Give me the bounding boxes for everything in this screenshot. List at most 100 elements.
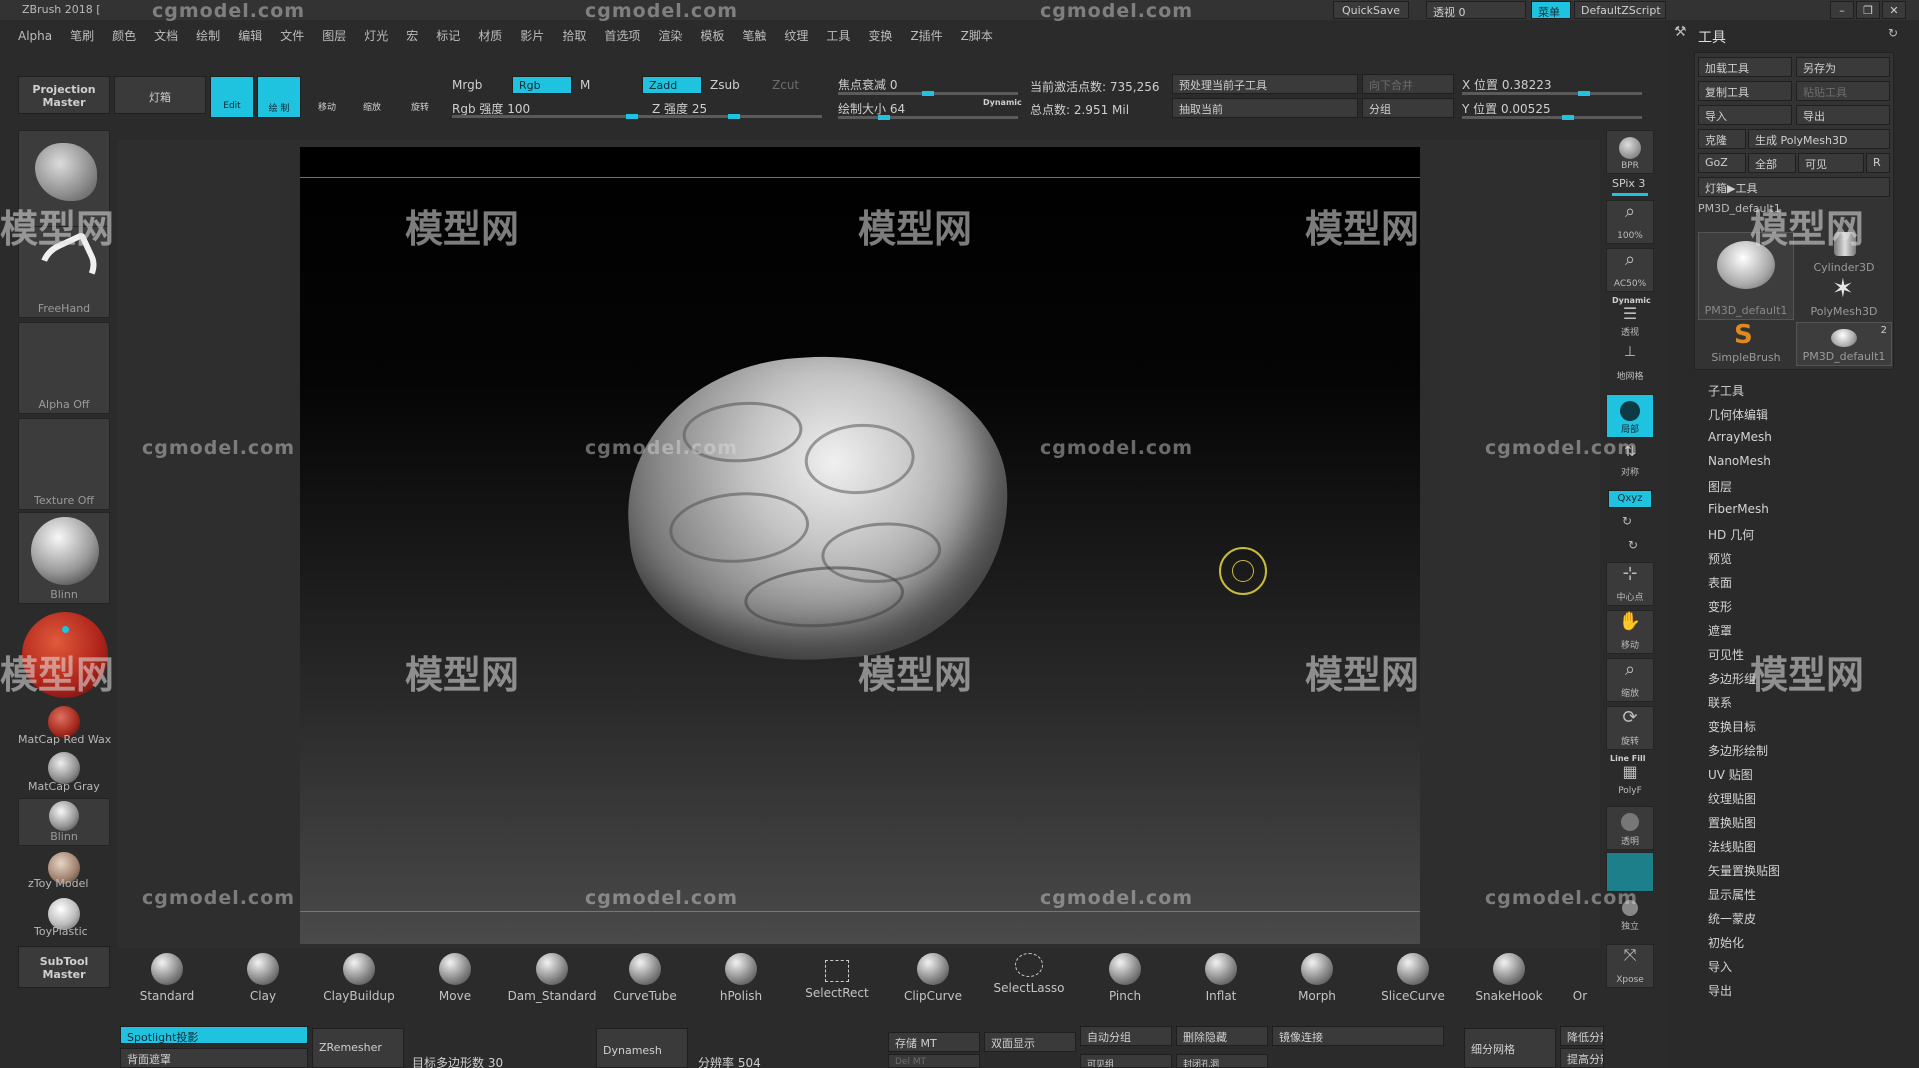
goz-button[interactable]: GoZ <box>1698 153 1746 173</box>
actual-50-button[interactable]: ⌕ AC50% <box>1606 248 1654 292</box>
import-button[interactable]: 导入 <box>1698 105 1792 125</box>
tool-subpalette-item[interactable]: 可见性 <box>1708 646 1744 663</box>
menu-item[interactable]: 笔触 <box>742 29 766 43</box>
brush-slicecurve[interactable]: SliceCurve <box>1368 953 1458 1003</box>
local-symmetry-button[interactable]: 局部 <box>1606 394 1654 438</box>
zscript-button[interactable]: DefaultZScript <box>1574 1 1666 19</box>
menu-item[interactable]: 标记 <box>436 29 460 43</box>
restore-icon[interactable]: ❐ <box>1856 1 1880 19</box>
center-point-button[interactable]: ⊹ 中心点 <box>1606 562 1654 606</box>
bpr-button[interactable]: BPR <box>1606 130 1654 174</box>
menu-item[interactable]: 编辑 <box>238 29 262 43</box>
xpose-button[interactable]: ⤧ Xpose <box>1606 944 1654 988</box>
menu-item[interactable]: 模板 <box>700 29 724 43</box>
tool-subpalette-item[interactable]: 矢量置换贴图 <box>1708 862 1780 879</box>
tool-subpalette-item[interactable]: 多边形绘制 <box>1708 742 1768 759</box>
menu-item[interactable]: Z脚本 <box>961 29 993 43</box>
draw-button[interactable]: 绘 制 <box>257 76 301 118</box>
rgb-toggle[interactable]: Rgb <box>512 76 572 94</box>
edit-button[interactable]: Edit <box>210 76 254 118</box>
menu-item[interactable]: 材质 <box>478 29 502 43</box>
tool-thumb-3[interactable]: ✶ PolyMesh3D <box>1796 274 1892 320</box>
tool-subpalette-item[interactable]: 初始化 <box>1708 934 1744 951</box>
tool-subpalette-item[interactable]: 变换目标 <box>1708 718 1756 735</box>
lightbox-tools-button[interactable]: 灯箱▶工具 <box>1698 177 1890 197</box>
draw-size-track[interactable] <box>838 115 1018 120</box>
move-view-button[interactable]: ✋ 移动 <box>1606 610 1654 654</box>
brush-clay[interactable]: Clay <box>218 953 308 1003</box>
save-as-button[interactable]: 另存为 <box>1796 57 1890 77</box>
export-button[interactable]: 导出 <box>1796 105 1890 125</box>
x-position-knob[interactable] <box>1578 91 1590 96</box>
menu-item[interactable]: 宏 <box>406 29 418 43</box>
menu-item[interactable]: Z插件 <box>910 29 942 43</box>
divide-button[interactable]: 细分网格 <box>1464 1028 1556 1068</box>
goz-visible-button[interactable]: 可见 <box>1798 153 1864 173</box>
preprocess-subtool-button[interactable]: 预处理当前子工具 <box>1172 74 1358 94</box>
extract-button[interactable]: 抽取当前 <box>1172 98 1358 118</box>
tool-subpalette-item[interactable]: NanoMesh <box>1708 454 1771 468</box>
menu-item[interactable]: 纹理 <box>784 29 808 43</box>
brush-selectrect[interactable]: SelectRect <box>792 960 882 1010</box>
close-holes-button[interactable]: 封闭孔洞 <box>1176 1054 1268 1068</box>
projection-master-button[interactable]: Projection Master <box>18 76 110 114</box>
y-position-readout[interactable]: Y 位置 0.00525 <box>1462 100 1551 117</box>
material-thumbnail[interactable]: Blinn <box>18 512 110 604</box>
brush-inflat[interactable]: Inflat <box>1176 953 1266 1003</box>
copy-tool-button[interactable]: 复制工具 <box>1698 81 1792 101</box>
brush-clipcurve[interactable]: ClipCurve <box>888 953 978 1003</box>
floor-button[interactable]: ⊥ 地网格 <box>1606 344 1654 384</box>
menu-item[interactable]: 工具 <box>826 29 850 43</box>
tool-subpalette-item[interactable]: 几何体编辑 <box>1708 406 1768 423</box>
rgb-intensity-track[interactable] <box>452 114 642 119</box>
menu-item[interactable]: 灯光 <box>364 29 388 43</box>
goz-r-button[interactable]: R <box>1866 153 1890 173</box>
close-icon[interactable]: ✕ <box>1882 1 1906 19</box>
menu-item[interactable]: 颜色 <box>112 29 136 43</box>
alpha-thumbnail[interactable]: Alpha Off <box>18 322 110 414</box>
tool-subpalette-item[interactable]: FiberMesh <box>1708 502 1769 516</box>
minimize-icon[interactable]: – <box>1830 1 1854 19</box>
blinn-swatch-box[interactable]: Blinn <box>18 798 110 846</box>
tool-subpalette-item[interactable]: HD 几何 <box>1708 526 1754 543</box>
del-mt-button[interactable]: Del MT <box>888 1054 980 1068</box>
menu-item[interactable]: 绘制 <box>196 29 220 43</box>
zsub-toggle[interactable]: Zsub <box>710 78 740 92</box>
paste-tool-button[interactable]: 粘贴工具 <box>1796 81 1890 101</box>
brush-claybuildup[interactable]: ClayBuildup <box>314 953 404 1003</box>
y-position-knob[interactable] <box>1562 115 1574 120</box>
split-button[interactable]: 分组 <box>1362 98 1454 118</box>
tool-subpalette-item[interactable]: 变形 <box>1708 598 1732 615</box>
polyframe-button[interactable]: ▦ PolyF <box>1606 762 1654 798</box>
brush-curvetube[interactable]: CurveTube <box>600 953 690 1003</box>
dynamic-toggle[interactable]: Dynamic <box>983 98 1022 107</box>
mirror-weld-button[interactable]: 镜像连接 <box>1272 1026 1444 1046</box>
transparency-slider[interactable]: 透视 0 <box>1426 1 1526 19</box>
menu-item[interactable]: 笔刷 <box>70 29 94 43</box>
tool-panel-refresh-icon[interactable]: ↻ <box>1888 26 1898 40</box>
tool-subpalette-item[interactable]: 图层 <box>1708 478 1732 495</box>
goz-all-button[interactable]: 全部 <box>1748 153 1796 173</box>
move-button[interactable]: 移动 <box>307 82 347 114</box>
tool-subpalette-item[interactable]: 法线贴图 <box>1708 838 1756 855</box>
brush-pinch[interactable]: Pinch <box>1080 953 1170 1003</box>
focal-shift-track[interactable] <box>838 91 1018 96</box>
tool-subpalette-item[interactable]: 联系 <box>1708 694 1732 711</box>
texture-thumbnail[interactable]: Texture Off <box>18 418 110 510</box>
menu-item[interactable]: 文档 <box>154 29 178 43</box>
focal-shift-knob[interactable] <box>922 91 934 96</box>
tool-subpalette-item[interactable]: 导出 <box>1708 982 1732 999</box>
double-sided-toggle[interactable]: 双面显示 <box>984 1032 1076 1052</box>
rotate-z-icon[interactable]: ↻ <box>1628 538 1638 552</box>
focal-shift-slider[interactable]: 焦点衰减 0 <box>838 76 897 93</box>
z-intensity-knob[interactable] <box>728 114 740 119</box>
xyz-toggle[interactable]: Qxyz <box>1608 490 1652 508</box>
scale-button[interactable]: 缩放 <box>352 82 392 114</box>
menus-button[interactable]: 菜单 <box>1531 1 1571 19</box>
delete-hidden-button[interactable]: 删除隐藏 <box>1176 1026 1268 1046</box>
dynamesh-button[interactable]: Dynamesh <box>596 1028 688 1068</box>
tool-subpalette-item[interactable]: 预览 <box>1708 550 1732 567</box>
m-toggle[interactable]: M <box>580 78 590 92</box>
x-position-track[interactable] <box>1462 91 1642 96</box>
tool-subpalette-item[interactable]: 多边形组 <box>1708 670 1756 687</box>
